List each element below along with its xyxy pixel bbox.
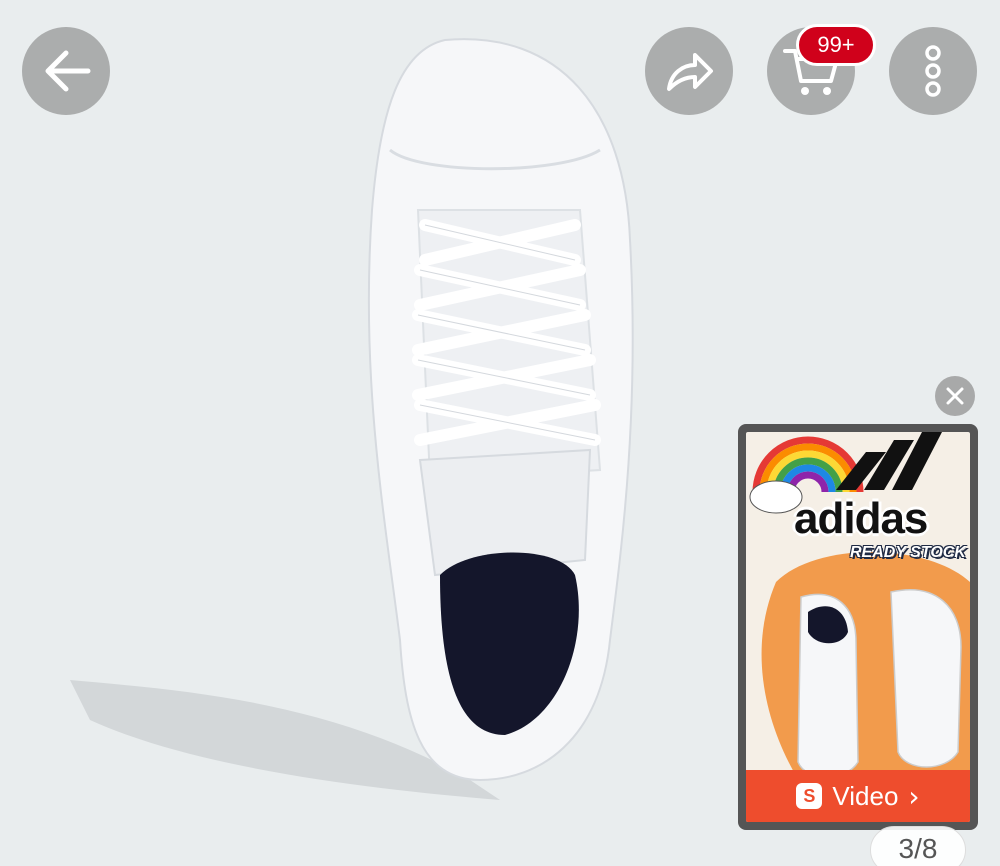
back-button[interactable] — [22, 27, 110, 115]
close-video-preview-button[interactable] — [935, 376, 975, 416]
cart-badge: 99+ — [796, 24, 876, 66]
video-label: Video — [832, 780, 899, 811]
arrow-left-icon — [45, 50, 91, 92]
video-label-bar[interactable]: S Video › — [746, 770, 970, 822]
image-counter: 3/8 — [870, 826, 966, 866]
video-brand-text: adidas — [794, 494, 928, 543]
share-button[interactable] — [645, 27, 733, 115]
more-vertical-icon — [925, 45, 941, 97]
more-options-button[interactable] — [889, 27, 977, 115]
video-thumbnail: adidas READY STOCK S Video › — [746, 432, 970, 822]
close-icon — [946, 387, 964, 405]
video-preview[interactable]: adidas READY STOCK S Video › — [738, 424, 978, 830]
share-icon — [667, 53, 713, 91]
chevron-right-icon: › — [908, 779, 920, 813]
video-thumbnail-art — [749, 432, 970, 792]
shopee-video-icon: S — [796, 783, 823, 809]
video-subtitle: READY STOCK — [850, 544, 966, 561]
